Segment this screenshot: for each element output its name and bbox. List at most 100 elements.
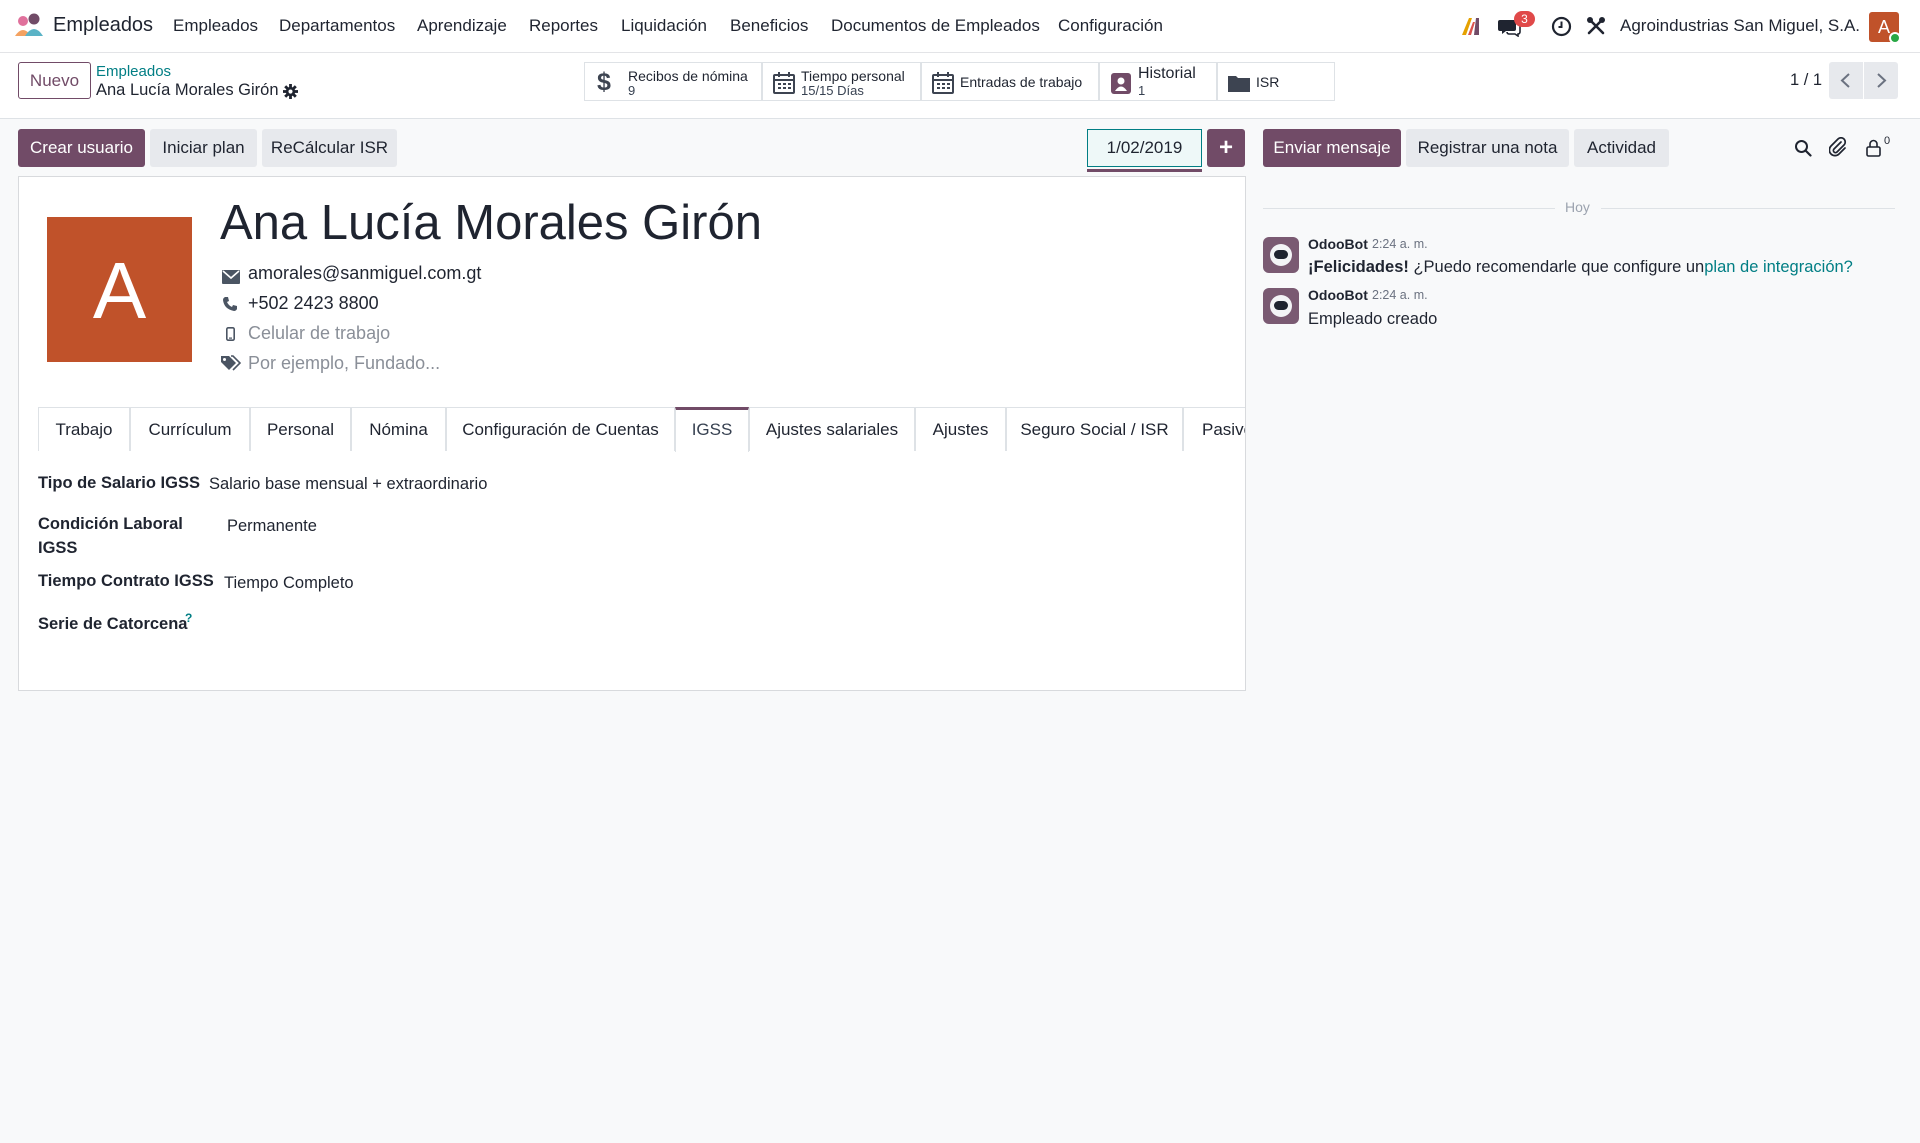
- menu-liquidacion[interactable]: Liquidación: [621, 16, 707, 36]
- message-author[interactable]: OdooBot: [1308, 287, 1368, 303]
- search-icon[interactable]: [1794, 139, 1812, 157]
- message-text: ¿Puedo recomendarle que configure un: [1408, 258, 1705, 276]
- employee-phone[interactable]: +502 2423 8800: [248, 293, 379, 314]
- tags-field[interactable]: Por ejemplo, Fundado...: [248, 353, 440, 374]
- recalc-isr-button[interactable]: ReCálcular ISR: [262, 129, 397, 167]
- odoobot-avatar[interactable]: [1263, 237, 1299, 273]
- pager-prev-button[interactable]: [1829, 62, 1863, 99]
- gear-icon[interactable]: [283, 84, 298, 99]
- control-panel: Nuevo Empleados Ana Lucía Morales Girón …: [0, 53, 1920, 119]
- tab-ajustes-salariales[interactable]: Ajustes salariales: [749, 407, 915, 451]
- stat-work-entries[interactable]: Entradas de trabajo: [921, 62, 1099, 101]
- message-bold-text: ¡Felicidades!: [1308, 258, 1409, 276]
- labor-condition-label-line2: IGSS: [38, 539, 78, 557]
- tab-nomina[interactable]: Nómina: [351, 407, 446, 451]
- create-user-button[interactable]: Crear usuario: [18, 129, 145, 167]
- employee-avatar-letter: A: [92, 246, 147, 335]
- tab-igss[interactable]: IGSS: [675, 407, 749, 452]
- tab-seguro-social-isr[interactable]: Seguro Social / ISR: [1006, 407, 1183, 451]
- fortnight-series-label: Serie de Catorcena: [38, 615, 188, 633]
- stat-history[interactable]: Historial 1: [1099, 62, 1217, 101]
- log-note-button[interactable]: Registrar una nota: [1406, 129, 1569, 167]
- date-separator-line-right: [1601, 208, 1895, 209]
- folder-icon: [1227, 71, 1251, 95]
- menu-aprendizaje[interactable]: Aprendizaje: [417, 16, 507, 36]
- help-tooltip-icon[interactable]: ?: [185, 611, 192, 625]
- messages-badge: 3: [1514, 11, 1535, 27]
- message-time: 2:24 a. m.: [1372, 288, 1428, 302]
- stat-payslips[interactable]: $ Recibos de nómina 9: [584, 62, 762, 101]
- onboarding-plan-link[interactable]: plan de integración?: [1704, 258, 1853, 276]
- mobile-field[interactable]: Celular de trabajo: [248, 323, 390, 344]
- message-time: 2:24 a. m.: [1372, 237, 1428, 251]
- stat-time-off-label: Tiempo personal: [801, 68, 905, 84]
- date-field-underline: [1087, 169, 1202, 172]
- menu-departamentos[interactable]: Departamentos: [279, 16, 395, 36]
- stat-history-value: 1: [1138, 83, 1146, 98]
- send-message-button[interactable]: Enviar mensaje: [1263, 129, 1401, 167]
- labor-condition-value[interactable]: Permanente: [227, 517, 317, 536]
- menu-empleados[interactable]: Empleados: [173, 16, 258, 36]
- employee-avatar[interactable]: A: [47, 217, 192, 362]
- activity-button[interactable]: Actividad: [1574, 129, 1669, 167]
- stat-history-label: Historial: [1138, 65, 1196, 82]
- calendar-icon: [931, 71, 955, 95]
- tab-trabajo[interactable]: Trabajo: [38, 407, 130, 451]
- stat-isr-label: ISR: [1256, 74, 1280, 90]
- tab-curriculum[interactable]: Currículum: [130, 407, 250, 451]
- tab-pasivo[interactable]: Pasivo: [1183, 407, 1245, 451]
- add-button[interactable]: +: [1207, 129, 1245, 167]
- employee-name[interactable]: Ana Lucía Morales Girón: [220, 195, 762, 251]
- followers-count: 0: [1884, 135, 1891, 147]
- stat-payslips-value: 9: [628, 83, 636, 98]
- odoobot-avatar[interactable]: [1263, 288, 1299, 324]
- phone-icon: [222, 296, 238, 312]
- paperclip-icon[interactable]: [1828, 136, 1847, 157]
- envelope-icon: [222, 269, 240, 284]
- form-sheet: A Ana Lucía Morales Girón amorales@sanmi…: [18, 176, 1246, 691]
- activity-clock-icon[interactable]: [1551, 16, 1572, 37]
- user-online-status: [1889, 32, 1901, 44]
- ai-logo-icon[interactable]: [1460, 16, 1482, 36]
- menu-beneficios[interactable]: Beneficios: [730, 16, 808, 36]
- mobile-icon: [226, 326, 236, 341]
- breadcrumb-parent[interactable]: Empleados: [96, 63, 171, 80]
- apps-menu-icon[interactable]: [14, 12, 44, 40]
- contract-time-label: Tiempo Contrato IGSS: [38, 572, 214, 590]
- menu-configuracion[interactable]: Configuración: [1058, 16, 1163, 36]
- message-body: ¡Felicidades! ¿Puedo recomendarle que co…: [1308, 258, 1853, 277]
- pager-next-button[interactable]: [1864, 62, 1898, 99]
- breadcrumb-current: Ana Lucía Morales Girón: [96, 81, 279, 99]
- calendar-icon: [772, 71, 796, 95]
- labor-condition-label-line1: Condición Laboral: [38, 515, 183, 533]
- menu-reportes[interactable]: Reportes: [529, 16, 598, 36]
- stat-time-off[interactable]: Tiempo personal 15/15 Días: [762, 62, 921, 101]
- menu-documentos[interactable]: Documentos de Empleados: [831, 16, 1040, 36]
- message-author[interactable]: OdooBot: [1308, 236, 1368, 252]
- employee-email[interactable]: amorales@sanmiguel.com.gt: [248, 263, 481, 284]
- salary-type-label: Tipo de Salario IGSS: [38, 474, 200, 492]
- new-button[interactable]: Nuevo: [18, 62, 91, 99]
- stat-work-entries-label: Entradas de trabajo: [960, 74, 1083, 90]
- tab-personal[interactable]: Personal: [250, 407, 351, 451]
- dollar-icon: $: [597, 68, 611, 96]
- date-field[interactable]: 1/02/2019: [1087, 129, 1202, 167]
- message-body: Empleado creado: [1308, 310, 1438, 328]
- tab-configuracion-cuentas[interactable]: Configuración de Cuentas: [446, 407, 675, 451]
- id-badge-icon: [1109, 71, 1133, 95]
- stat-payslips-label: Recibos de nómina: [628, 68, 748, 84]
- top-navbar: Empleados Empleados Departamentos Aprend…: [0, 0, 1920, 53]
- followers-lock-icon[interactable]: [1866, 139, 1881, 157]
- stat-time-off-value: 15/15 Días: [801, 83, 864, 98]
- stat-isr[interactable]: ISR: [1217, 62, 1335, 101]
- tab-ajustes[interactable]: Ajustes: [915, 407, 1006, 451]
- start-plan-button[interactable]: Iniciar plan: [150, 129, 257, 167]
- pager-value[interactable]: 1 / 1: [1790, 71, 1822, 90]
- date-separator: Hoy: [1565, 199, 1590, 215]
- salary-type-value[interactable]: Salario base mensual + extraordinario: [209, 475, 487, 494]
- contract-time-value[interactable]: Tiempo Completo: [224, 574, 354, 593]
- app-name[interactable]: Empleados: [53, 14, 153, 37]
- date-separator-line-left: [1263, 208, 1555, 209]
- debug-tools-icon[interactable]: [1586, 16, 1606, 36]
- company-switcher[interactable]: Agroindustrias San Miguel, S.A.: [1620, 16, 1860, 36]
